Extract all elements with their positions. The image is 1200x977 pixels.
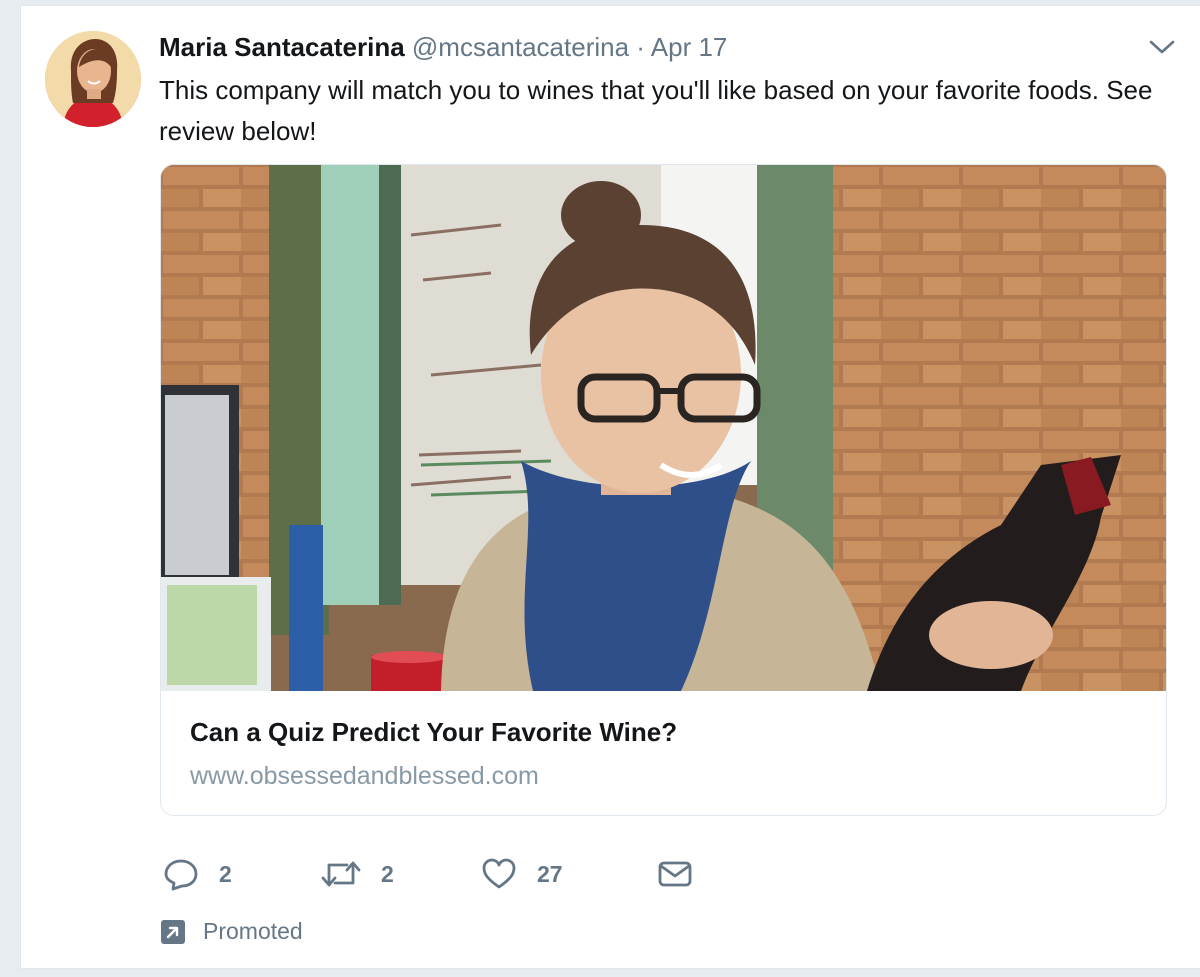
reply-icon bbox=[164, 859, 198, 891]
chevron-down-icon bbox=[1149, 40, 1175, 54]
promoted-text: Promoted bbox=[203, 918, 303, 944]
promoted-label[interactable]: Promoted bbox=[161, 918, 303, 945]
heart-icon bbox=[482, 858, 516, 889]
author-name[interactable]: Maria Santacaterina bbox=[159, 32, 405, 62]
tweet-date[interactable]: Apr 17 bbox=[651, 32, 728, 62]
retweet-icon bbox=[321, 861, 361, 887]
more-options-button[interactable] bbox=[1148, 36, 1176, 58]
separator-dot: · bbox=[636, 32, 645, 62]
card-title[interactable]: Can a Quiz Predict Your Favorite Wine? bbox=[190, 717, 677, 748]
retweet-button[interactable]: 2 bbox=[321, 856, 394, 892]
retweet-count: 2 bbox=[381, 860, 394, 887]
photo-woman-holding-wine-bottle-icon bbox=[161, 165, 1166, 691]
tweet-text: This company will match you to wines tha… bbox=[159, 75, 1153, 146]
author-avatar[interactable] bbox=[45, 31, 141, 127]
card-image[interactable] bbox=[161, 165, 1166, 691]
reply-count: 2 bbox=[219, 860, 232, 887]
like-count: 27 bbox=[537, 860, 563, 887]
author-handle[interactable]: @mcsantacaterina bbox=[412, 32, 629, 62]
tweet[interactable]: Maria Santacaterina @mcsantacaterina · A… bbox=[20, 5, 1200, 969]
tweet-header: Maria Santacaterina @mcsantacaterina · A… bbox=[159, 32, 1140, 62]
like-button[interactable]: 27 bbox=[481, 856, 563, 892]
envelope-icon bbox=[658, 861, 692, 887]
card-url[interactable]: www.obsessedandblessed.com bbox=[190, 762, 539, 791]
direct-message-button[interactable] bbox=[657, 856, 713, 892]
link-card[interactable]: Can a Quiz Predict Your Favorite Wine? w… bbox=[160, 164, 1167, 816]
reply-button[interactable]: 2 bbox=[163, 856, 232, 892]
user-avatar-icon bbox=[45, 31, 141, 127]
promoted-arrow-icon bbox=[161, 919, 185, 944]
